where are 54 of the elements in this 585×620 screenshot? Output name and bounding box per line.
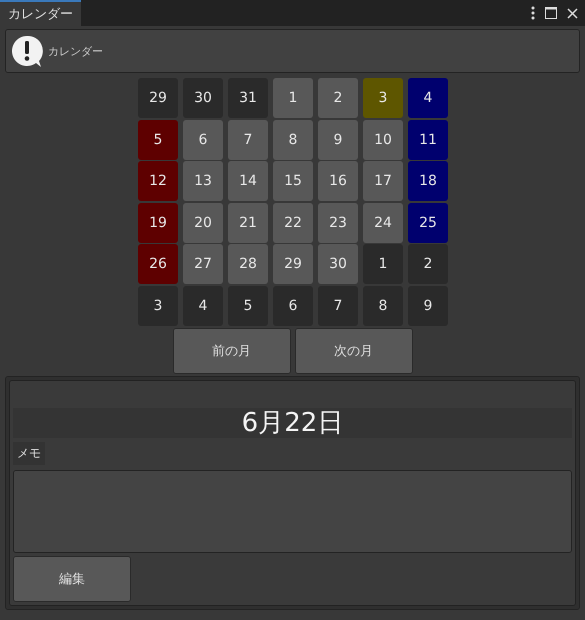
- maximize-icon[interactable]: [545, 7, 557, 19]
- day-cell[interactable]: 5: [138, 120, 178, 160]
- month-button[interactable]: 次の月: [294, 328, 412, 374]
- window-tab[interactable]: カレンダー: [0, 0, 81, 26]
- day-cell[interactable]: 30: [183, 78, 223, 118]
- day-cell[interactable]: 1: [363, 244, 403, 284]
- day-cell[interactable]: 22: [273, 202, 313, 242]
- day-cell[interactable]: 9: [408, 286, 448, 326]
- day-cell[interactable]: 2: [408, 244, 448, 284]
- day-cell[interactable]: 15: [273, 161, 313, 201]
- day-cell[interactable]: 17: [363, 161, 403, 201]
- day-cell[interactable]: 26: [138, 244, 178, 284]
- day-cell[interactable]: 4: [408, 78, 448, 118]
- day-cell[interactable]: 14: [228, 161, 268, 201]
- more-icon[interactable]: [531, 6, 535, 20]
- memo-label: メモ: [13, 442, 45, 464]
- day-cell[interactable]: 20: [183, 202, 223, 242]
- day-cell[interactable]: 3: [138, 286, 178, 326]
- day-cell[interactable]: 10: [363, 120, 403, 160]
- edit-button[interactable]: 編集: [13, 556, 131, 602]
- day-cell[interactable]: 3: [363, 78, 403, 118]
- month-button[interactable]: 前の月: [172, 328, 290, 374]
- day-cell[interactable]: 29: [273, 244, 313, 284]
- day-cell[interactable]: 19: [138, 202, 178, 242]
- day-cell[interactable]: 18: [408, 161, 448, 201]
- day-cell[interactable]: 23: [318, 202, 358, 242]
- day-cell[interactable]: 1: [273, 78, 313, 118]
- memo-field[interactable]: [13, 470, 572, 553]
- day-cell[interactable]: 5: [228, 286, 268, 326]
- day-cell[interactable]: 30: [318, 244, 358, 284]
- day-cell[interactable]: 28: [228, 244, 268, 284]
- day-cell[interactable]: 6: [273, 286, 313, 326]
- day-cell[interactable]: 31: [228, 78, 268, 118]
- day-cell[interactable]: 9: [318, 120, 358, 160]
- info-icon: [11, 34, 43, 68]
- day-cell[interactable]: 8: [273, 120, 313, 160]
- day-cell[interactable]: 13: [183, 161, 223, 201]
- day-cell[interactable]: 11: [408, 120, 448, 160]
- day-cell[interactable]: 29: [138, 78, 178, 118]
- day-cell[interactable]: 16: [318, 161, 358, 201]
- day-cell[interactable]: 4: [183, 286, 223, 326]
- day-cell[interactable]: 7: [318, 286, 358, 326]
- info-label: カレンダー: [48, 44, 103, 58]
- selected-date: 6月22日: [13, 408, 572, 438]
- day-cell[interactable]: 6: [183, 120, 223, 160]
- day-cell[interactable]: 2: [318, 78, 358, 118]
- day-cell[interactable]: 8: [363, 286, 403, 326]
- close-icon[interactable]: [567, 8, 578, 18]
- day-cell[interactable]: 21: [228, 202, 268, 242]
- day-cell[interactable]: 7: [228, 120, 268, 160]
- day-cell[interactable]: 25: [408, 202, 448, 242]
- day-cell[interactable]: 12: [138, 161, 178, 201]
- day-cell[interactable]: 24: [363, 202, 403, 242]
- day-cell[interactable]: 27: [183, 244, 223, 284]
